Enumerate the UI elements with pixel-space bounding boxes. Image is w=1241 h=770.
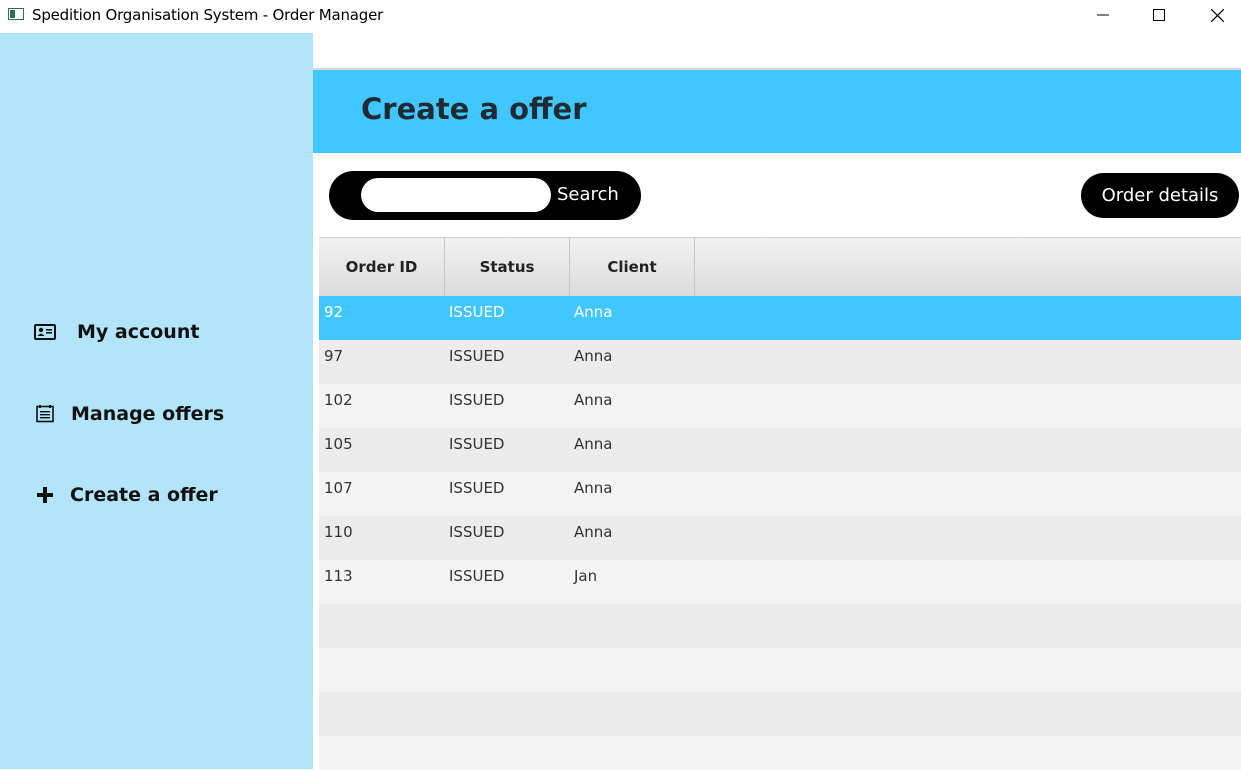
cell-order-id: 107 <box>324 479 353 497</box>
close-icon <box>1210 8 1224 22</box>
window-titlebar: Spedition Organisation System - Order Ma… <box>0 0 1241 31</box>
cell-status: ISSUED <box>449 347 505 365</box>
minimize-button[interactable] <box>1080 0 1126 30</box>
table-header: Order ID Status Client <box>319 238 1241 297</box>
plus-icon <box>34 484 56 506</box>
table-row[interactable]: 92 ISSUED Anna <box>319 296 1241 340</box>
cell-status: ISSUED <box>449 567 505 585</box>
cell-status: ISSUED <box>449 391 505 409</box>
sidebar-item-create-offer[interactable]: Create a offer <box>34 484 218 506</box>
table-row[interactable]: 107 ISSUED Anna <box>319 472 1241 516</box>
table-row[interactable]: 113 ISSUED Jan <box>319 560 1241 604</box>
table-row-empty <box>319 692 1241 736</box>
cell-client: Anna <box>574 435 613 453</box>
sidebar-item-label: Create a offer <box>70 484 218 506</box>
cell-client: Anna <box>574 523 613 541</box>
cell-status: ISSUED <box>449 479 505 497</box>
cell-order-id: 110 <box>324 523 353 541</box>
table-row[interactable]: 105 ISSUED Anna <box>319 428 1241 472</box>
cell-order-id: 97 <box>324 347 344 365</box>
minimize-icon <box>1097 14 1109 16</box>
id-card-icon <box>34 321 56 343</box>
table-row-empty <box>319 736 1241 770</box>
sidebar-item-my-account[interactable]: My account <box>34 321 199 343</box>
table-row-empty <box>319 648 1241 692</box>
close-button[interactable] <box>1194 0 1240 30</box>
maximize-button[interactable] <box>1136 0 1182 30</box>
page-title: Create a offer <box>361 92 587 126</box>
sidebar-item-label: My account <box>77 321 200 343</box>
search-bar: Search <box>329 171 641 220</box>
sidebar-item-manage-offers[interactable]: Manage offers <box>34 403 224 425</box>
table-row[interactable]: 102 ISSUED Anna <box>319 384 1241 428</box>
table-row[interactable]: 110 ISSUED Anna <box>319 516 1241 560</box>
list-icon <box>34 403 56 425</box>
cell-status: ISSUED <box>449 523 505 541</box>
cell-client: Jan <box>574 567 598 585</box>
cell-status: ISSUED <box>449 435 505 453</box>
cell-status: ISSUED <box>449 303 505 321</box>
orders-table: Order ID Status Client 92 ISSUED Anna 97… <box>319 237 1241 770</box>
column-header-client[interactable]: Client <box>570 238 695 296</box>
page-header: Create a offer <box>313 70 1241 153</box>
table-row[interactable]: 97 ISSUED Anna <box>319 340 1241 384</box>
cell-order-id: 113 <box>324 567 353 585</box>
cell-client: Anna <box>574 391 613 409</box>
search-input[interactable] <box>361 178 551 212</box>
maximize-icon <box>1153 9 1165 21</box>
search-button[interactable]: Search <box>557 184 619 205</box>
window-title: Spedition Organisation System - Order Ma… <box>32 6 384 24</box>
cell-order-id: 92 <box>324 303 344 321</box>
app-icon <box>8 8 24 20</box>
column-header-status[interactable]: Status <box>445 238 570 296</box>
cell-client: Anna <box>574 479 613 497</box>
sidebar: My account Manage offers Create a offer <box>0 33 313 769</box>
order-details-button[interactable]: Order details <box>1081 173 1239 218</box>
cell-order-id: 105 <box>324 435 353 453</box>
cell-client: Anna <box>574 347 613 365</box>
cell-client: Anna <box>574 303 613 321</box>
table-row-empty <box>319 604 1241 648</box>
column-header-order-id[interactable]: Order ID <box>319 238 445 296</box>
sidebar-item-label: Manage offers <box>71 403 225 425</box>
cell-order-id: 102 <box>324 391 353 409</box>
